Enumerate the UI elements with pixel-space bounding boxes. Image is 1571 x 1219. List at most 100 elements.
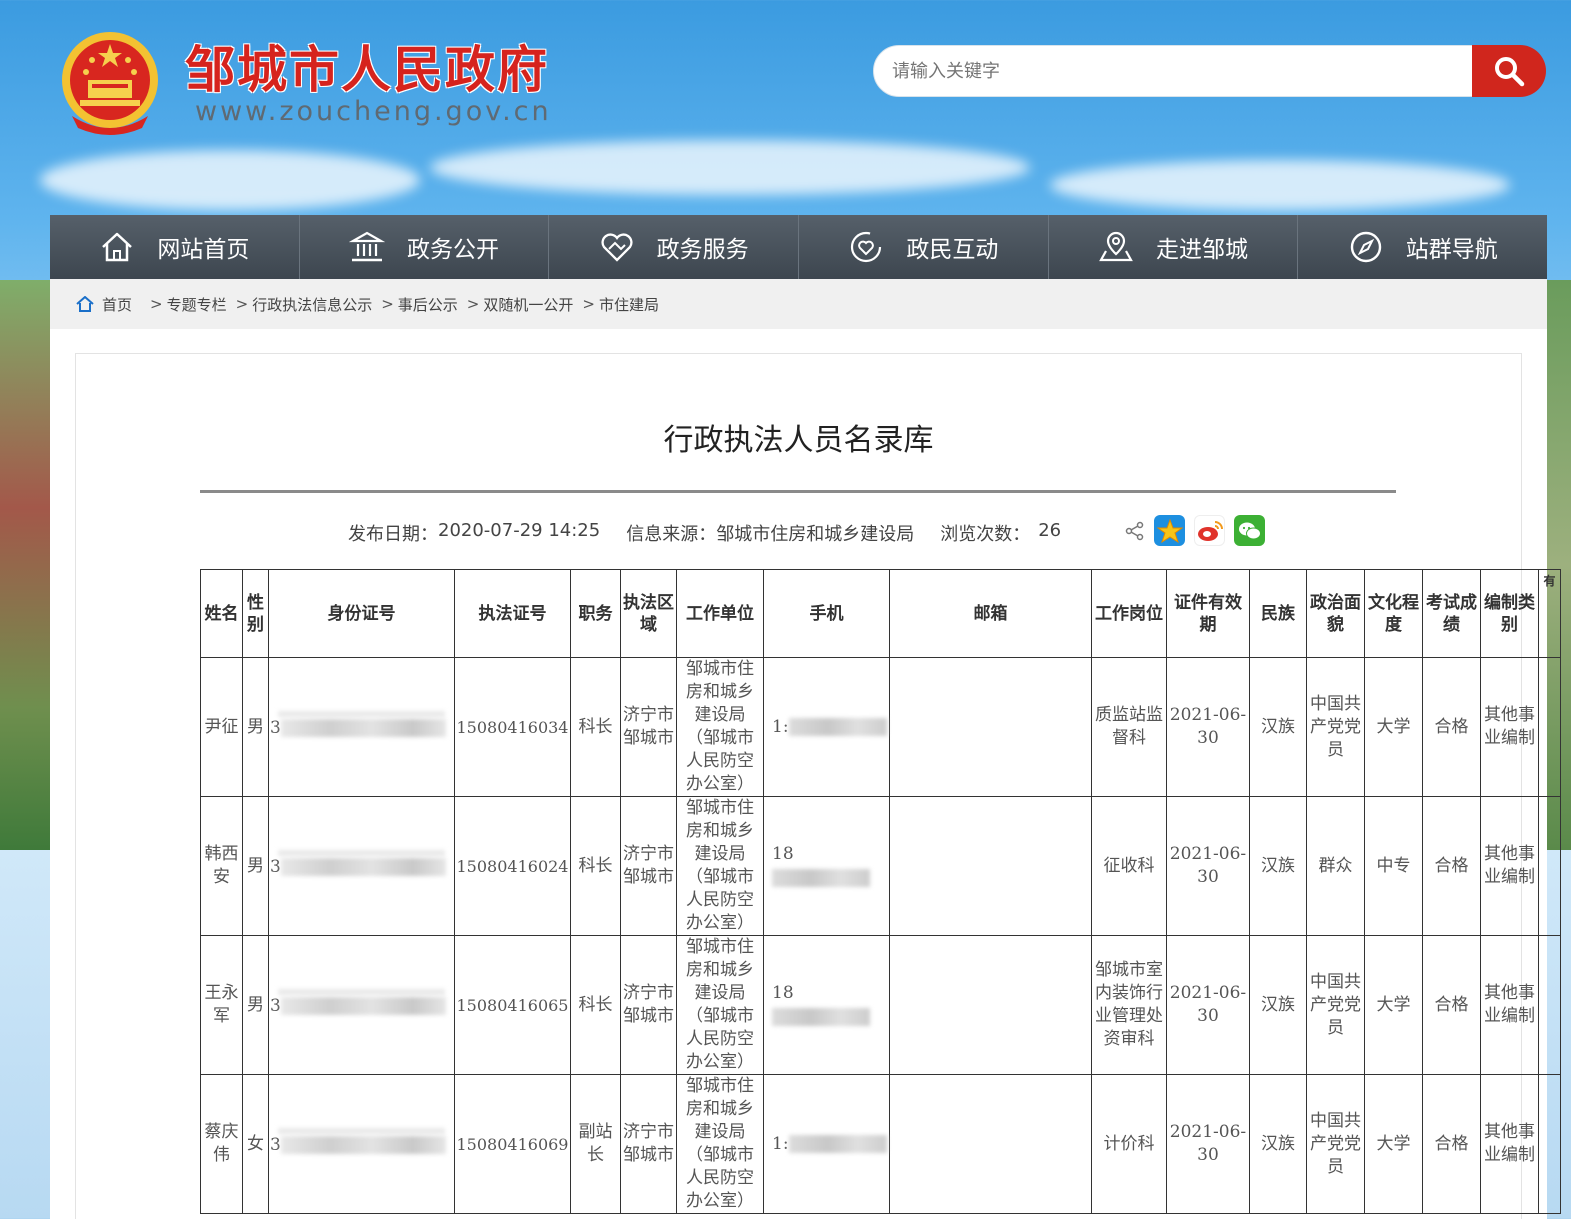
nav-item-gov-service[interactable]: 政务服务 <box>549 215 800 279</box>
weibo-icon[interactable] <box>1194 515 1225 546</box>
cell-post: 邹城市室内装饰行业管理处资审科 <box>1091 935 1167 1075</box>
id-number-cell: 3 <box>268 796 455 936</box>
cell-empty <box>1538 796 1561 936</box>
cell-empty <box>1538 1074 1561 1214</box>
phone-prefix: 1: <box>772 1133 789 1154</box>
cell-score: 合格 <box>1422 1074 1481 1214</box>
cell-gender: 男 <box>242 796 269 936</box>
col-header: 考试成绩 <box>1422 569 1481 658</box>
compass-icon <box>1350 231 1381 263</box>
cell-empty <box>1538 935 1561 1075</box>
nav-item-about[interactable]: 走进邹城 <box>1049 215 1299 279</box>
col-header: 性别 <box>242 569 269 658</box>
cell-unit: 邹城市住房和城乡建设局（邹城市人民防空办公室） <box>676 935 764 1075</box>
cell-area: 济宁市邹城市 <box>620 796 677 936</box>
redacted-phone <box>772 1007 870 1026</box>
cell-valid: 2021-06-30 <box>1166 796 1250 936</box>
cell-email <box>889 796 1092 936</box>
breadcrumb-separator: > <box>235 295 249 313</box>
cell-gender: 女 <box>242 1074 269 1214</box>
wechat-icon[interactable] <box>1234 515 1265 546</box>
breadcrumb-item[interactable]: 双随机一公开 <box>483 294 573 315</box>
scenery-left <box>0 280 52 850</box>
article-meta: 发布日期： 2020-07-29 14:25 信息来源： 邹城市住房和城乡建设局… <box>348 520 1061 546</box>
cell-education: 中专 <box>1364 796 1423 936</box>
cell-post: 质监站监督科 <box>1091 657 1167 797</box>
interaction-heart-icon <box>851 231 882 263</box>
col-header: 民族 <box>1249 569 1307 658</box>
cell-score: 合格 <box>1422 657 1481 797</box>
nav-label: 政务服务 <box>656 237 749 263</box>
search-button[interactable] <box>1472 45 1546 97</box>
table-row: 蔡庆伟女 3 15080416069 副站长 济宁市邹城市 邹城市住房和城乡建设局（邹城市… <box>200 1074 1561 1214</box>
nav-item-home[interactable]: 网站首页 <box>50 215 300 279</box>
site-title[interactable]: 邹城市人民政府 <box>185 30 549 102</box>
nav-item-gov-open[interactable]: 政务公开 <box>300 215 550 279</box>
cell-position: 副站长 <box>570 1074 621 1214</box>
cell-email <box>889 657 1092 797</box>
cell-cert: 15080416065 <box>454 935 571 1075</box>
id-number-cell: 3 <box>268 1074 455 1214</box>
home-icon <box>102 232 133 262</box>
cell-unit: 邹城市住房和城乡建设局（邹城市人民防空办公室） <box>676 1074 764 1214</box>
breadcrumb: 首页 > 专题专栏 > 行政执法信息公示 > 事后公示 > 双随机一公开 > 市… <box>50 279 1547 329</box>
breadcrumb-item[interactable]: 专题专栏 <box>167 294 227 315</box>
cell-cert: 15080416069 <box>454 1074 571 1214</box>
nav-item-site-nav[interactable]: 站群导航 <box>1298 215 1547 279</box>
col-header: 工作岗位 <box>1091 569 1167 658</box>
col-header: 工作单位 <box>676 569 764 658</box>
cell-education: 大学 <box>1364 935 1423 1075</box>
share-icon[interactable] <box>1125 521 1145 541</box>
favorite-star-icon[interactable] <box>1154 515 1185 546</box>
table-row: 尹征男 3 15080416034 科长 济宁市邹城市 邹城市住房和城乡建设局（邹城市人民… <box>200 657 1561 797</box>
national-emblem-icon[interactable] <box>58 28 162 138</box>
col-header: 邮箱 <box>889 569 1092 658</box>
views-count: 26 <box>1038 520 1062 541</box>
search-input[interactable] <box>874 46 1472 96</box>
cell-post: 计价科 <box>1091 1074 1167 1214</box>
source-label: 信息来源： <box>626 524 717 545</box>
cell-valid: 2021-06-30 <box>1166 935 1250 1075</box>
cell-email <box>889 1074 1092 1214</box>
col-header: 姓名 <box>200 569 243 658</box>
breadcrumb-item[interactable]: 市住建局 <box>599 294 659 315</box>
cell-score: 合格 <box>1422 935 1481 1075</box>
phone-cell: 18 <box>763 935 890 1075</box>
id-prefix: 3 <box>270 995 281 1016</box>
phone-cell: 1: <box>763 657 890 797</box>
col-header: 执法区域 <box>620 569 677 658</box>
map-pin-icon <box>1099 231 1133 262</box>
search-box <box>873 45 1473 97</box>
cell-political: 中国共产党党员 <box>1306 1074 1365 1214</box>
breadcrumb-item[interactable]: 行政执法信息公示 <box>252 294 372 315</box>
cell-ethnic: 汉族 <box>1249 935 1307 1075</box>
cell-political: 中国共产党党员 <box>1306 657 1365 797</box>
breadcrumb-separator: > <box>466 295 480 313</box>
cell-cert: 15080416024 <box>454 796 571 936</box>
cell-gender: 男 <box>242 657 269 797</box>
breadcrumb-home[interactable]: 首页 <box>102 294 132 315</box>
id-prefix: 3 <box>270 856 281 877</box>
publish-label: 发布日期： <box>348 524 438 545</box>
cell-empty <box>1538 657 1561 797</box>
table-row: 韩西安男 3 15080416024 科长 济宁市邹城市 邹城市住房和城乡建设局（邹城市人… <box>200 796 1561 936</box>
cell-name: 蔡庆伟 <box>200 1074 243 1214</box>
cell-ethnic: 汉族 <box>1249 657 1307 797</box>
cell-cert: 15080416034 <box>454 657 571 797</box>
breadcrumb-item[interactable]: 事后公示 <box>398 294 458 315</box>
phone-cell: 1: <box>763 1074 890 1214</box>
phone-prefix: 18 <box>772 983 794 1003</box>
publish-date: 2020-07-29 14:25 <box>438 520 601 541</box>
nav-item-interaction[interactable]: 政民互动 <box>799 215 1049 279</box>
nav-label: 站群导航 <box>1405 237 1498 263</box>
cloud-decoration <box>1050 160 1510 210</box>
cell-name: 王永军 <box>200 935 243 1075</box>
id-prefix: 3 <box>270 717 281 738</box>
id-number-cell: 3 <box>268 935 455 1075</box>
col-header: 证件有效期 <box>1166 569 1250 658</box>
nav-label: 走进邹城 <box>1156 237 1249 263</box>
redacted-phone <box>772 868 870 887</box>
id-prefix: 3 <box>270 1134 281 1155</box>
cell-area: 济宁市邹城市 <box>620 935 677 1075</box>
col-header: 文化程度 <box>1364 569 1423 658</box>
